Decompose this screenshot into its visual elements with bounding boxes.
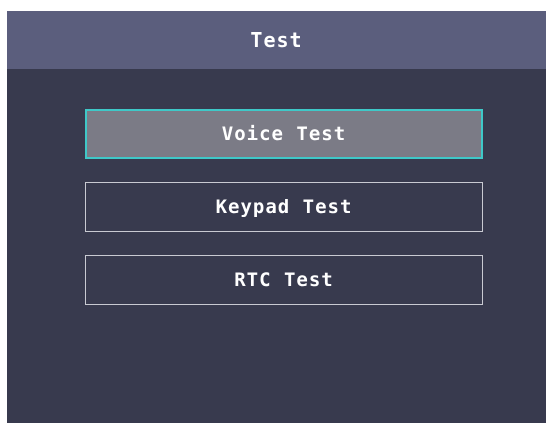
- page-title: Test: [250, 28, 303, 52]
- title-bar: Test: [7, 11, 546, 69]
- test-screen: Test Voice Test Keypad Test RTC Test: [7, 11, 546, 423]
- keypad-test-button[interactable]: Keypad Test: [85, 182, 483, 232]
- voice-test-button[interactable]: Voice Test: [85, 109, 483, 159]
- rtc-test-button[interactable]: RTC Test: [85, 255, 483, 305]
